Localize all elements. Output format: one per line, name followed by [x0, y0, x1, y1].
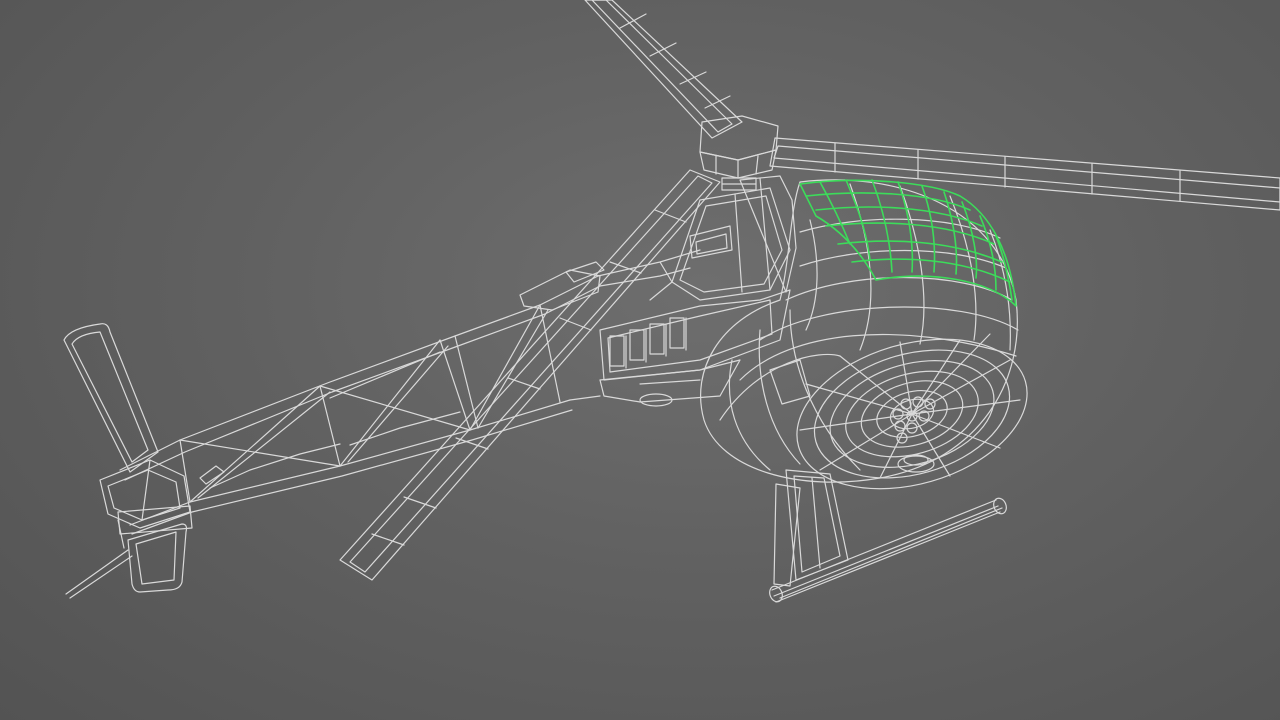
selected-canopy-faces[interactable]: [799, 179, 1017, 307]
landing-gear: [769, 469, 1007, 603]
rotor-blade-right: [769, 137, 1280, 211]
fuselage: [569, 175, 797, 407]
tail-assembly: [63, 323, 225, 599]
rotor-blade-lower: [339, 169, 721, 581]
rotor-blade-upper: [584, 0, 743, 139]
skid-tube: [769, 497, 1007, 603]
main-rotor[interactable]: [339, 0, 1280, 581]
wireframe-model[interactable]: [0, 0, 1280, 720]
3d-viewport[interactable]: [0, 0, 1280, 720]
